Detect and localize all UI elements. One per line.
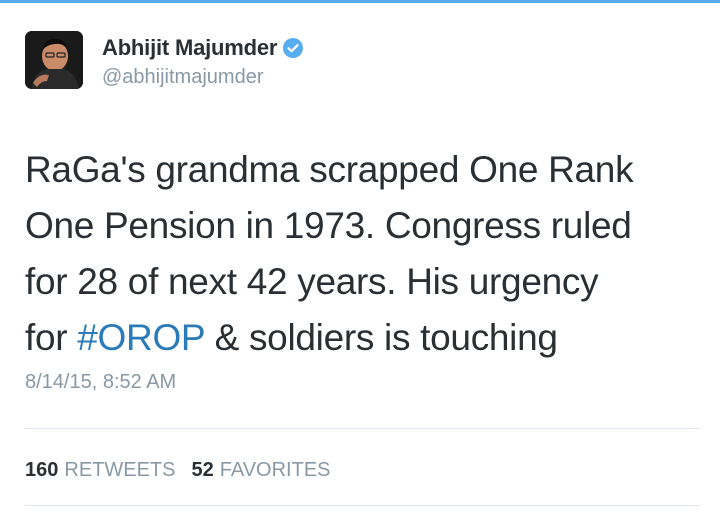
avatar-photo xyxy=(25,31,83,89)
author-name[interactable]: Abhijit Majumder xyxy=(102,35,277,61)
favorites-stat[interactable]: 52 FAVORITES xyxy=(192,459,331,482)
retweets-stat[interactable]: 160 RETWEETS xyxy=(25,459,176,482)
tweet-text-line: RaGa's grandma scrapped One Rank xyxy=(25,149,634,190)
tweet-text: RaGa's grandma scrapped One Rank One Pen… xyxy=(25,142,715,366)
tweet-text-line: for 28 of next 42 years. His urgency xyxy=(25,261,599,302)
tweet-text-line: One Pension in 1973. Congress ruled xyxy=(25,205,632,246)
favorites-count: 52 xyxy=(191,459,214,481)
tweet-text-line-last: for #OROP & soldiers is touching xyxy=(25,310,715,366)
tweet-stats: 160 RETWEETS 52 FAVORITES xyxy=(25,459,347,482)
tweet-text-suffix: & soldiers is touching xyxy=(204,317,558,358)
verified-badge-icon xyxy=(283,38,304,58)
tweet-text-prefix: for xyxy=(25,317,78,358)
hashtag-link[interactable]: #OROP xyxy=(77,317,205,358)
tweet-timestamp[interactable]: 8/14/15, 8:52 AM xyxy=(25,371,176,394)
retweets-label: RETWEETS xyxy=(64,459,176,481)
divider xyxy=(25,505,700,506)
top-accent-line xyxy=(0,0,720,3)
author-row: Abhijit Majumder xyxy=(102,33,304,63)
favorites-label: FAVORITES xyxy=(219,459,331,481)
retweets-count: 160 xyxy=(25,459,59,481)
divider xyxy=(25,428,700,429)
author-handle[interactable]: @abhijitmajumder xyxy=(102,66,263,89)
avatar[interactable] xyxy=(25,31,83,89)
